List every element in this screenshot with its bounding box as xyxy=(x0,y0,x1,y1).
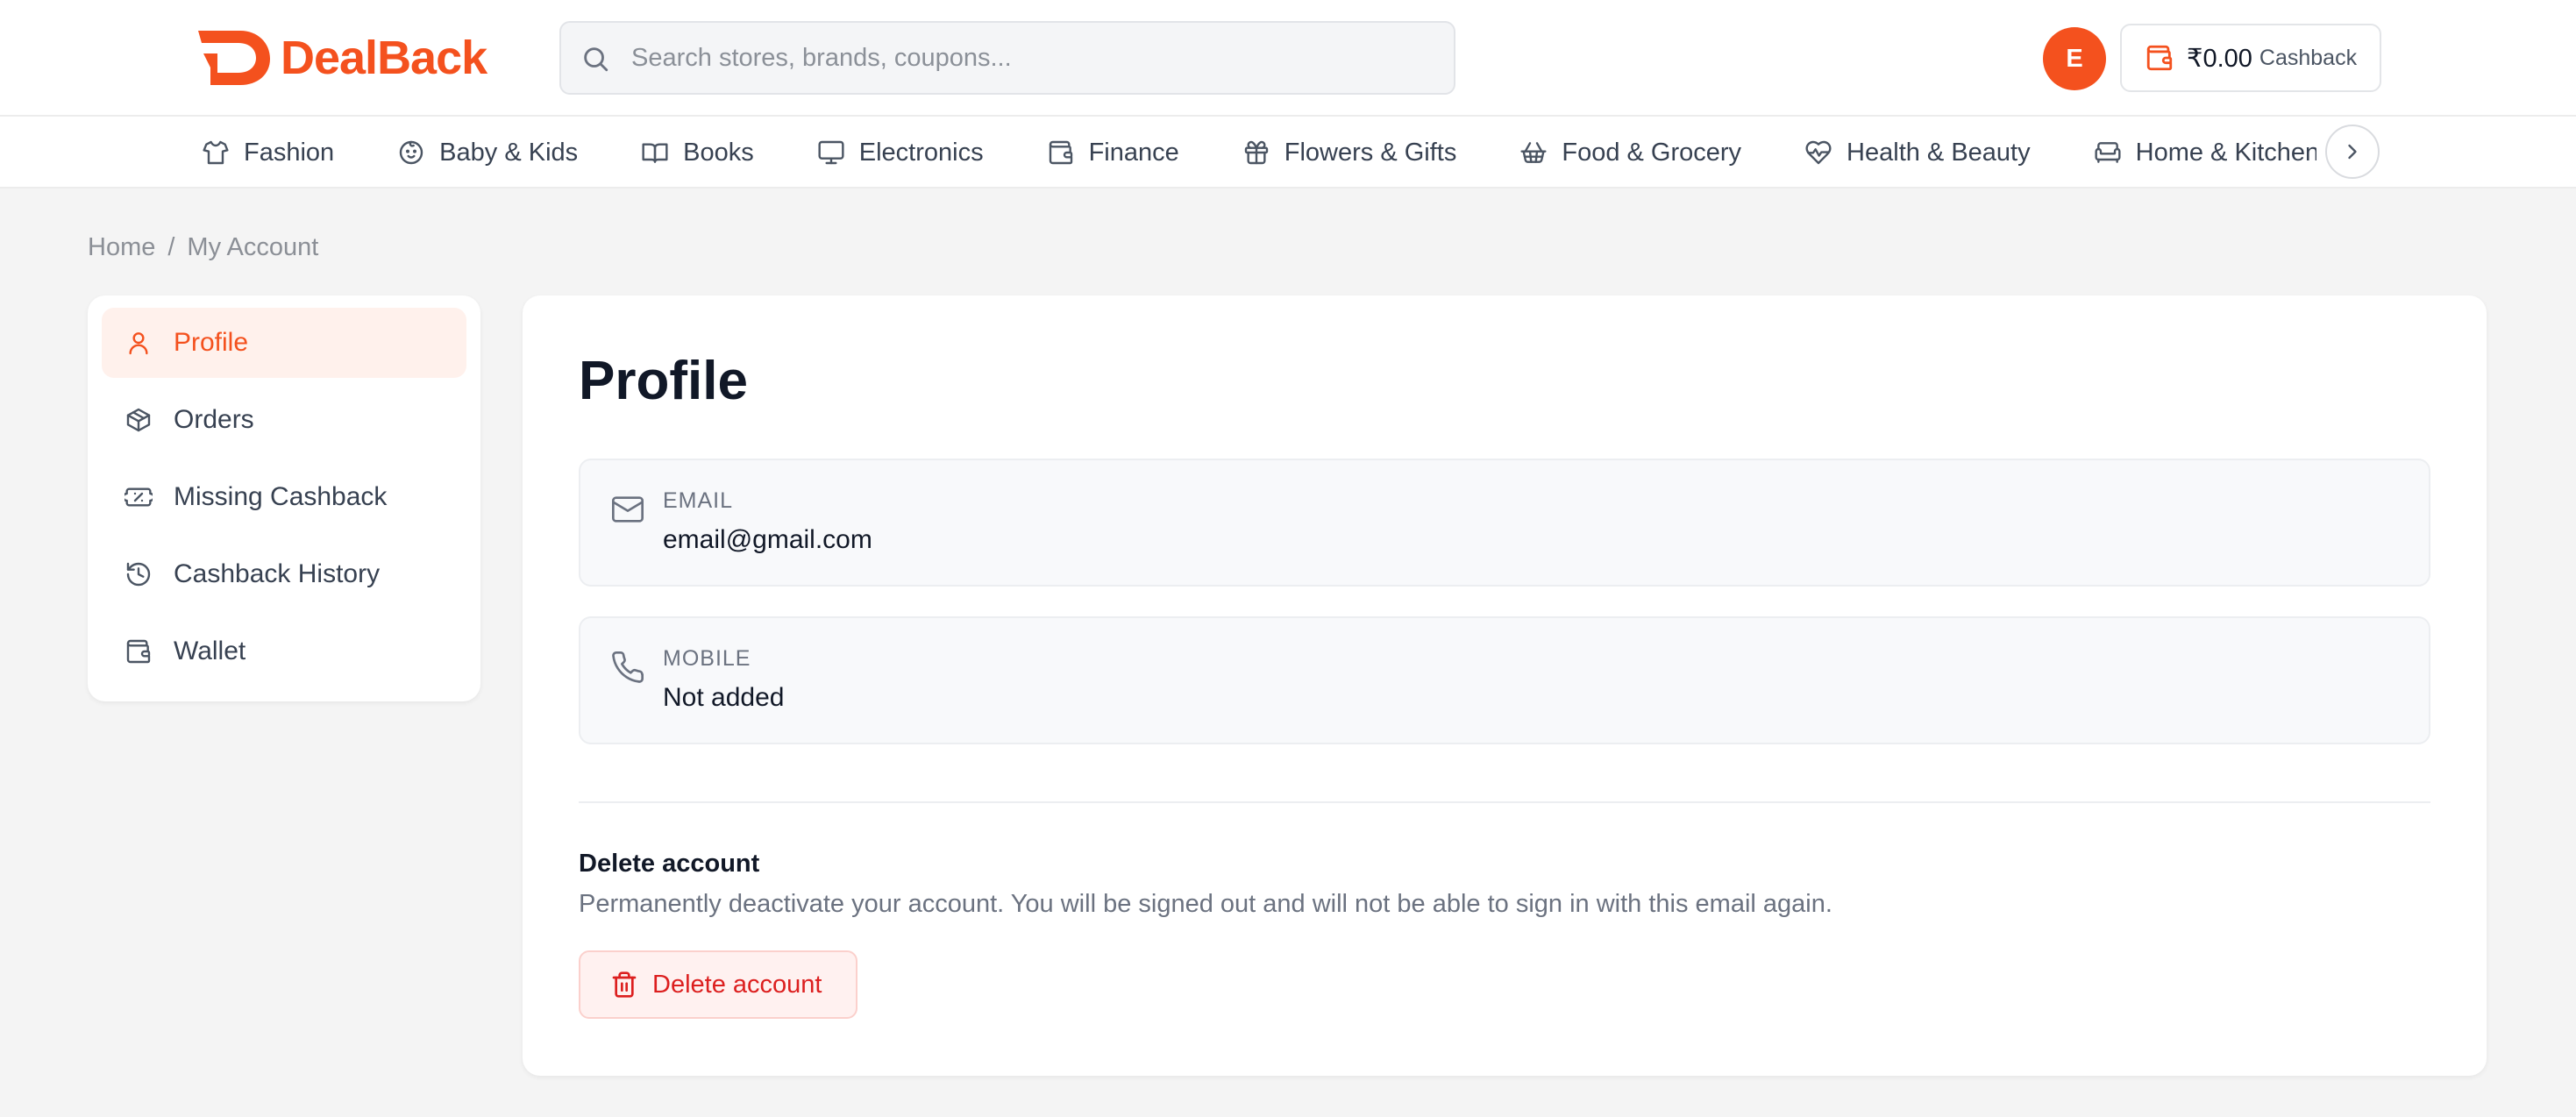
wallet-icon xyxy=(126,639,151,664)
sidebar-item-label: Orders xyxy=(174,405,254,434)
basket-icon xyxy=(1520,142,1547,163)
email-field-card: Email email@gmail.com xyxy=(579,459,2430,587)
category-home-kitchen[interactable]: Home & Kitchen xyxy=(2094,117,2316,189)
heart-pulse-icon xyxy=(1805,140,1832,165)
category-food-grocery[interactable]: Food & Grocery xyxy=(1519,117,1741,189)
mobile-label: Mobile xyxy=(663,646,751,671)
delete-account-button[interactable]: Delete account xyxy=(579,950,857,1019)
book-icon xyxy=(642,143,668,163)
category-books[interactable]: Books xyxy=(641,117,754,189)
email-value: email@gmail.com xyxy=(663,525,872,554)
sidebar-item-label: Profile xyxy=(174,328,249,357)
sidebar-item-label: Missing Cashback xyxy=(174,482,388,511)
cashback-label: Cashback xyxy=(2259,45,2358,70)
cashback-amount: ₹0.00 xyxy=(2187,44,2252,73)
sidebar-item-missing-cashback[interactable]: Missing Cashback xyxy=(102,462,466,532)
breadcrumb-separator: / xyxy=(167,233,175,261)
category-label: Flowers & Gifts xyxy=(1284,138,1457,167)
top-header: DealBack E ₹0.00 Cashback xyxy=(0,0,2576,117)
logo-mark-icon xyxy=(198,31,270,85)
category-finance[interactable]: Finance xyxy=(1047,117,1179,189)
breadcrumb-current: My Account xyxy=(187,233,319,261)
sidebar-item-cashback-history[interactable]: Cashback History xyxy=(102,539,466,609)
gift-icon xyxy=(1244,140,1268,165)
search-icon xyxy=(584,47,608,72)
shirt-icon xyxy=(203,140,229,165)
category-track: Fashion Baby & Kids Books Electronics Fi… xyxy=(202,117,2316,189)
category-label: Health & Beauty xyxy=(1847,138,2031,167)
category-label: Home & Kitchen xyxy=(2135,138,2316,167)
mail-icon xyxy=(612,496,644,523)
sidebar-item-profile[interactable]: Profile xyxy=(102,308,466,378)
sofa-icon xyxy=(2095,142,2121,163)
email-label: Email xyxy=(663,488,734,513)
category-nav: Fashion Baby & Kids Books Electronics Fi… xyxy=(0,117,2576,189)
category-label: Finance xyxy=(1088,138,1179,167)
monitor-icon xyxy=(818,140,844,165)
sidebar-item-label: Wallet xyxy=(174,637,246,665)
category-electronics[interactable]: Electronics xyxy=(817,117,984,189)
category-baby-kids[interactable]: Baby & Kids xyxy=(397,117,578,189)
history-icon xyxy=(126,562,151,587)
category-label: Electronics xyxy=(858,138,984,167)
sidebar-item-wallet[interactable]: Wallet xyxy=(102,616,466,687)
category-health-beauty[interactable]: Health & Beauty xyxy=(1804,117,2031,189)
wallet-icon xyxy=(2146,45,2173,71)
page-title: Profile xyxy=(579,351,748,411)
phone-icon xyxy=(612,651,644,683)
search-bar[interactable] xyxy=(559,21,1455,95)
mobile-value: Not added xyxy=(663,683,785,712)
mobile-field-card: Mobile Not added xyxy=(579,616,2430,744)
chevron-right-icon xyxy=(2348,144,2357,160)
user-avatar[interactable]: E xyxy=(2043,27,2106,90)
wallet-icon xyxy=(1049,140,1072,165)
category-label: Baby & Kids xyxy=(439,138,579,167)
avatar-initial: E xyxy=(2066,44,2083,73)
breadcrumb: Home / My Account xyxy=(88,233,318,262)
trash-icon xyxy=(612,971,637,998)
baby-icon xyxy=(399,140,423,165)
category-flowers-gifts[interactable]: Flowers & Gifts xyxy=(1242,117,1457,189)
delete-account-heading: Delete account xyxy=(579,850,760,878)
category-label: Fashion xyxy=(244,138,335,167)
brand-name: DealBack xyxy=(281,32,487,84)
ticket-icon xyxy=(125,487,153,507)
package-icon xyxy=(126,408,151,432)
section-divider xyxy=(579,801,2430,803)
breadcrumb-home-link[interactable]: Home xyxy=(88,233,155,262)
category-fashion[interactable]: Fashion xyxy=(202,117,334,189)
profile-panel: Profile Email email@gmail.com Mobile Not… xyxy=(523,295,2487,1076)
sidebar-item-label: Cashback History xyxy=(174,559,381,588)
delete-account-description: Permanently deactivate your account. You… xyxy=(579,890,1832,918)
category-label: Books xyxy=(683,138,754,167)
sidebar-item-orders[interactable]: Orders xyxy=(102,385,466,455)
user-icon xyxy=(129,332,148,355)
delete-account-button-label: Delete account xyxy=(652,970,822,999)
cashback-balance-button[interactable]: ₹0.00 Cashback xyxy=(2120,24,2381,92)
search-input[interactable] xyxy=(631,23,1420,93)
category-label: Food & Grocery xyxy=(1562,138,1742,167)
account-sidebar: Profile Orders Missing Cashback Cashback… xyxy=(88,295,480,701)
brand-logo[interactable]: DealBack xyxy=(195,26,487,89)
category-scroll-next-button[interactable] xyxy=(2325,125,2380,179)
